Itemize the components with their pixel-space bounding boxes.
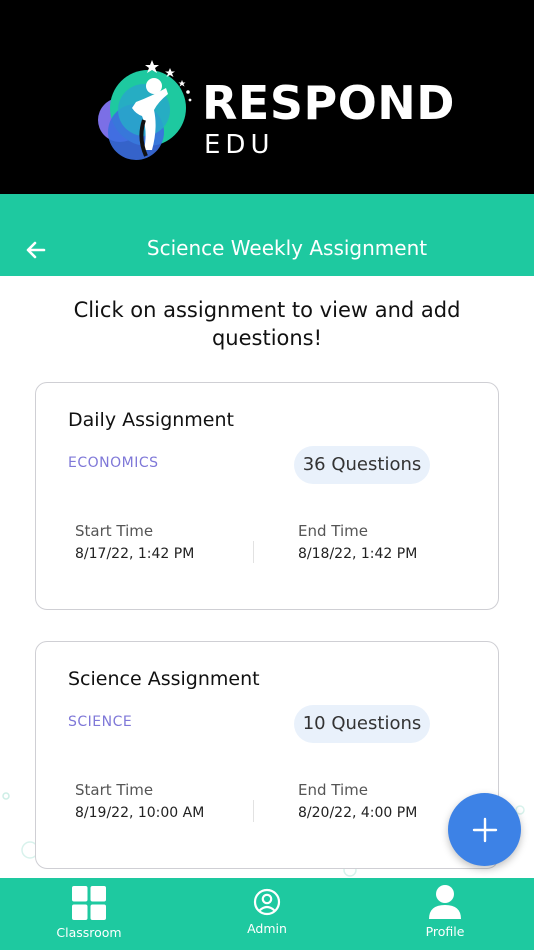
- assignment-card[interactable]: Science Assignment SCIENCE 10 Questions …: [35, 641, 499, 869]
- questions-count-badge: 10 Questions: [294, 705, 430, 743]
- nav-item-classroom[interactable]: Classroom: [19, 878, 159, 950]
- bottom-nav: Classroom Admin Profile: [0, 878, 534, 950]
- end-time-label: End Time: [298, 522, 368, 540]
- back-button[interactable]: [20, 234, 52, 266]
- arrow-left-icon: [26, 241, 46, 259]
- time-divider: [253, 800, 254, 822]
- assignment-card[interactable]: Daily Assignment ECONOMICS 36 Questions …: [35, 382, 499, 610]
- logo-wordmark: RESPOND: [202, 76, 455, 130]
- assignment-subject: ECONOMICS: [68, 455, 159, 471]
- respond-edu-logo: RESPOND EDU: [96, 58, 454, 168]
- nav-item-admin[interactable]: Admin: [197, 878, 337, 950]
- logo-subtext: EDU: [204, 130, 275, 160]
- nav-item-profile[interactable]: Profile: [375, 878, 515, 950]
- user-circle-icon: [253, 888, 281, 916]
- start-time-label: Start Time: [75, 522, 154, 540]
- assignment-title: Science Assignment: [68, 668, 260, 690]
- start-time-value: 8/19/22, 10:00 AM: [75, 805, 205, 821]
- grid-icon: [72, 886, 106, 920]
- page-title: Science Weekly Assignment: [146, 236, 428, 260]
- end-time-block: End Time 8/20/22, 4:00 PM: [298, 780, 417, 823]
- instruction-text: Click on assignment to view and add ques…: [73, 298, 461, 350]
- time-divider: [253, 541, 254, 563]
- nav-label-admin: Admin: [247, 921, 287, 936]
- assignment-subject: SCIENCE: [68, 714, 133, 730]
- start-time-block: Start Time 8/17/22, 1:42 PM: [75, 521, 194, 564]
- questions-count-badge: 36 Questions: [294, 446, 430, 484]
- nav-label-classroom: Classroom: [56, 925, 122, 940]
- end-time-block: End Time 8/18/22, 1:42 PM: [298, 521, 417, 564]
- logo-emblem-icon: [98, 60, 192, 160]
- start-time-value: 8/17/22, 1:42 PM: [75, 546, 195, 562]
- start-time-label: Start Time: [75, 781, 154, 799]
- person-icon: [429, 885, 461, 919]
- nav-label-profile: Profile: [425, 924, 465, 939]
- app-header: RESPOND EDU: [0, 0, 534, 194]
- end-time-value: 8/20/22, 4:00 PM: [298, 805, 418, 821]
- add-assignment-button[interactable]: [448, 793, 521, 866]
- end-time-label: End Time: [298, 781, 368, 799]
- start-time-block: Start Time 8/19/22, 10:00 AM: [75, 780, 204, 823]
- end-time-value: 8/18/22, 1:42 PM: [298, 546, 418, 562]
- plus-icon: [472, 817, 497, 842]
- assignment-title: Daily Assignment: [68, 409, 234, 431]
